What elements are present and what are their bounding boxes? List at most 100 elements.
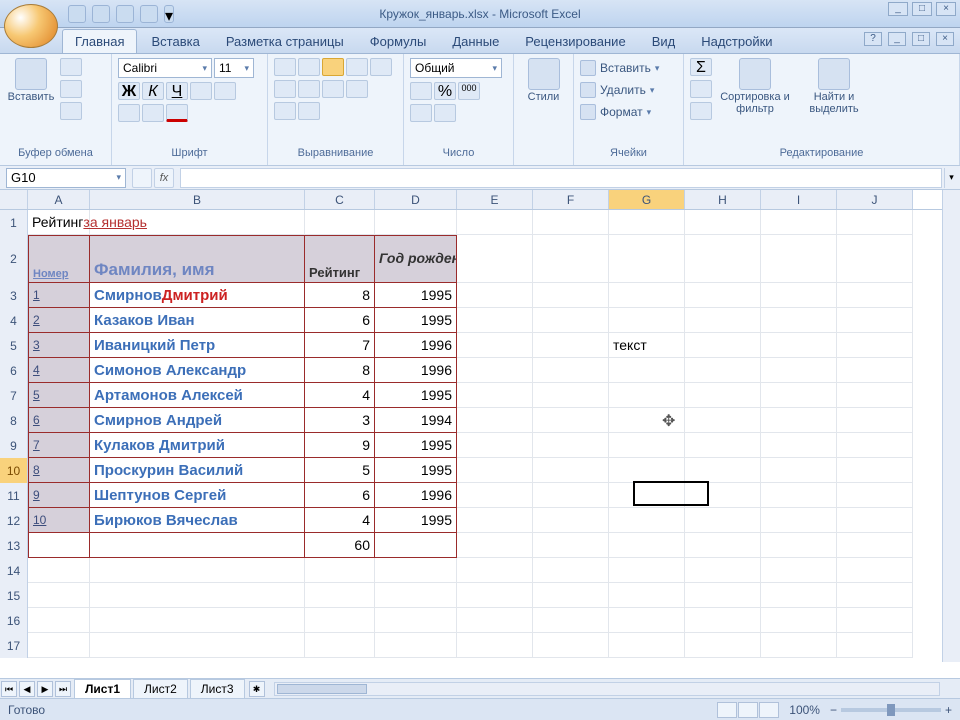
cut-icon[interactable] [60, 58, 82, 76]
row-header-5[interactable]: 5 [0, 333, 28, 358]
borders-icon[interactable] [118, 104, 140, 122]
cell-e1[interactable] [457, 210, 533, 235]
cell-j6[interactable] [837, 358, 913, 383]
cell-e17[interactable] [457, 633, 533, 658]
cell-b12[interactable]: Бирюков Вячеслав [90, 508, 305, 533]
cell-a7[interactable]: 5 [28, 383, 90, 408]
cell-b9[interactable]: Кулаков Дмитрий [90, 433, 305, 458]
cell-j14[interactable] [837, 558, 913, 583]
align-top-icon[interactable] [274, 58, 296, 76]
cell-e4[interactable] [457, 308, 533, 333]
cell-b14[interactable] [90, 558, 305, 583]
cell-c9[interactable]: 9 [305, 433, 375, 458]
cell-h1[interactable] [685, 210, 761, 235]
styles-button[interactable]: Стили [520, 58, 567, 104]
cell-f1[interactable] [533, 210, 609, 235]
cell-g12[interactable] [609, 508, 685, 533]
cell-d10[interactable]: 1995 [375, 458, 457, 483]
formula-expand-icon[interactable]: ▾ [944, 168, 958, 188]
align-center-icon[interactable] [298, 80, 320, 98]
cell-d7[interactable]: 1995 [375, 383, 457, 408]
cell-e7[interactable] [457, 383, 533, 408]
delete-cells-button[interactable]: Удалить▾ [580, 80, 654, 100]
ribbon-close-button[interactable]: × [936, 32, 954, 46]
cell-f16[interactable] [533, 608, 609, 633]
office-button[interactable] [4, 4, 58, 48]
row-header-11[interactable]: 11 [0, 483, 28, 508]
tab-page-layout[interactable]: Разметка страницы [214, 30, 356, 53]
cell-g9[interactable] [609, 433, 685, 458]
cell-g2[interactable] [609, 235, 685, 283]
cell-g1[interactable] [609, 210, 685, 235]
col-header-i[interactable]: I [761, 190, 837, 209]
cell-i15[interactable] [761, 583, 837, 608]
zoom-thumb[interactable] [887, 704, 895, 716]
font-size-combo[interactable]: 11▾ [214, 58, 254, 78]
cell-c17[interactable] [305, 633, 375, 658]
horizontal-scrollbar[interactable] [274, 682, 940, 696]
cell-f11[interactable] [533, 483, 609, 508]
cell-c15[interactable] [305, 583, 375, 608]
cell-f12[interactable] [533, 508, 609, 533]
cell-b8[interactable]: Смирнов Андрей [90, 408, 305, 433]
cell-d13[interactable] [375, 533, 457, 558]
format-cells-button[interactable]: Формат▾ [580, 102, 651, 122]
cell-e2[interactable] [457, 235, 533, 283]
cell-h5[interactable] [685, 333, 761, 358]
open-icon[interactable] [140, 5, 158, 23]
fill-icon[interactable] [690, 80, 712, 98]
cell-h11[interactable] [685, 483, 761, 508]
cell-f9[interactable] [533, 433, 609, 458]
font-name-combo[interactable]: Calibri▾ [118, 58, 212, 78]
cell-j15[interactable] [837, 583, 913, 608]
cell-i8[interactable] [761, 408, 837, 433]
cell-f7[interactable] [533, 383, 609, 408]
cell-a9[interactable]: 7 [28, 433, 90, 458]
tab-insert[interactable]: Вставка [139, 30, 211, 53]
cell-i13[interactable] [761, 533, 837, 558]
cell-c3[interactable]: 8 [305, 283, 375, 308]
cell-f2[interactable] [533, 235, 609, 283]
cell-e11[interactable] [457, 483, 533, 508]
cell-c11[interactable]: 6 [305, 483, 375, 508]
sheet-last-icon[interactable]: ⏭ [55, 681, 71, 697]
cell-i17[interactable] [761, 633, 837, 658]
row-header-9[interactable]: 9 [0, 433, 28, 458]
cell-b4[interactable]: Казаков Иван [90, 308, 305, 333]
cell-a2[interactable]: Номер [28, 235, 90, 283]
cell-j3[interactable] [837, 283, 913, 308]
row-header-10[interactable]: 10 [0, 458, 28, 483]
cell-f14[interactable] [533, 558, 609, 583]
zoom-slider[interactable] [841, 708, 941, 712]
align-bottom-icon[interactable] [322, 58, 344, 76]
cell-d6[interactable]: 1996 [375, 358, 457, 383]
new-sheet-icon[interactable]: ✱ [249, 681, 265, 697]
row-header-8[interactable]: 8 [0, 408, 28, 433]
cell-d1[interactable] [375, 210, 457, 235]
cell-a15[interactable] [28, 583, 90, 608]
cell-a8[interactable]: 6 [28, 408, 90, 433]
cell-g3[interactable] [609, 283, 685, 308]
row-header-16[interactable]: 16 [0, 608, 28, 633]
sheet-tab-3[interactable]: Лист3 [190, 679, 245, 699]
cell-d14[interactable] [375, 558, 457, 583]
cell-g7[interactable] [609, 383, 685, 408]
col-header-g[interactable]: G [609, 190, 685, 209]
cell-d12[interactable]: 1995 [375, 508, 457, 533]
name-box[interactable]: G10▾ [6, 168, 126, 188]
row-header-1[interactable]: 1 [0, 210, 28, 235]
cell-a10[interactable]: 8 [28, 458, 90, 483]
ribbon-help-icon[interactable]: ? [864, 32, 882, 46]
hscroll-thumb[interactable] [277, 684, 367, 694]
cell-e5[interactable] [457, 333, 533, 358]
cell-d17[interactable] [375, 633, 457, 658]
cell-g14[interactable] [609, 558, 685, 583]
cell-j4[interactable] [837, 308, 913, 333]
increase-indent-icon[interactable] [298, 102, 320, 120]
cell-j7[interactable] [837, 383, 913, 408]
tab-addins[interactable]: Надстройки [689, 30, 784, 53]
cell-a16[interactable] [28, 608, 90, 633]
cell-i3[interactable] [761, 283, 837, 308]
cell-c14[interactable] [305, 558, 375, 583]
formula-input[interactable] [180, 168, 942, 188]
